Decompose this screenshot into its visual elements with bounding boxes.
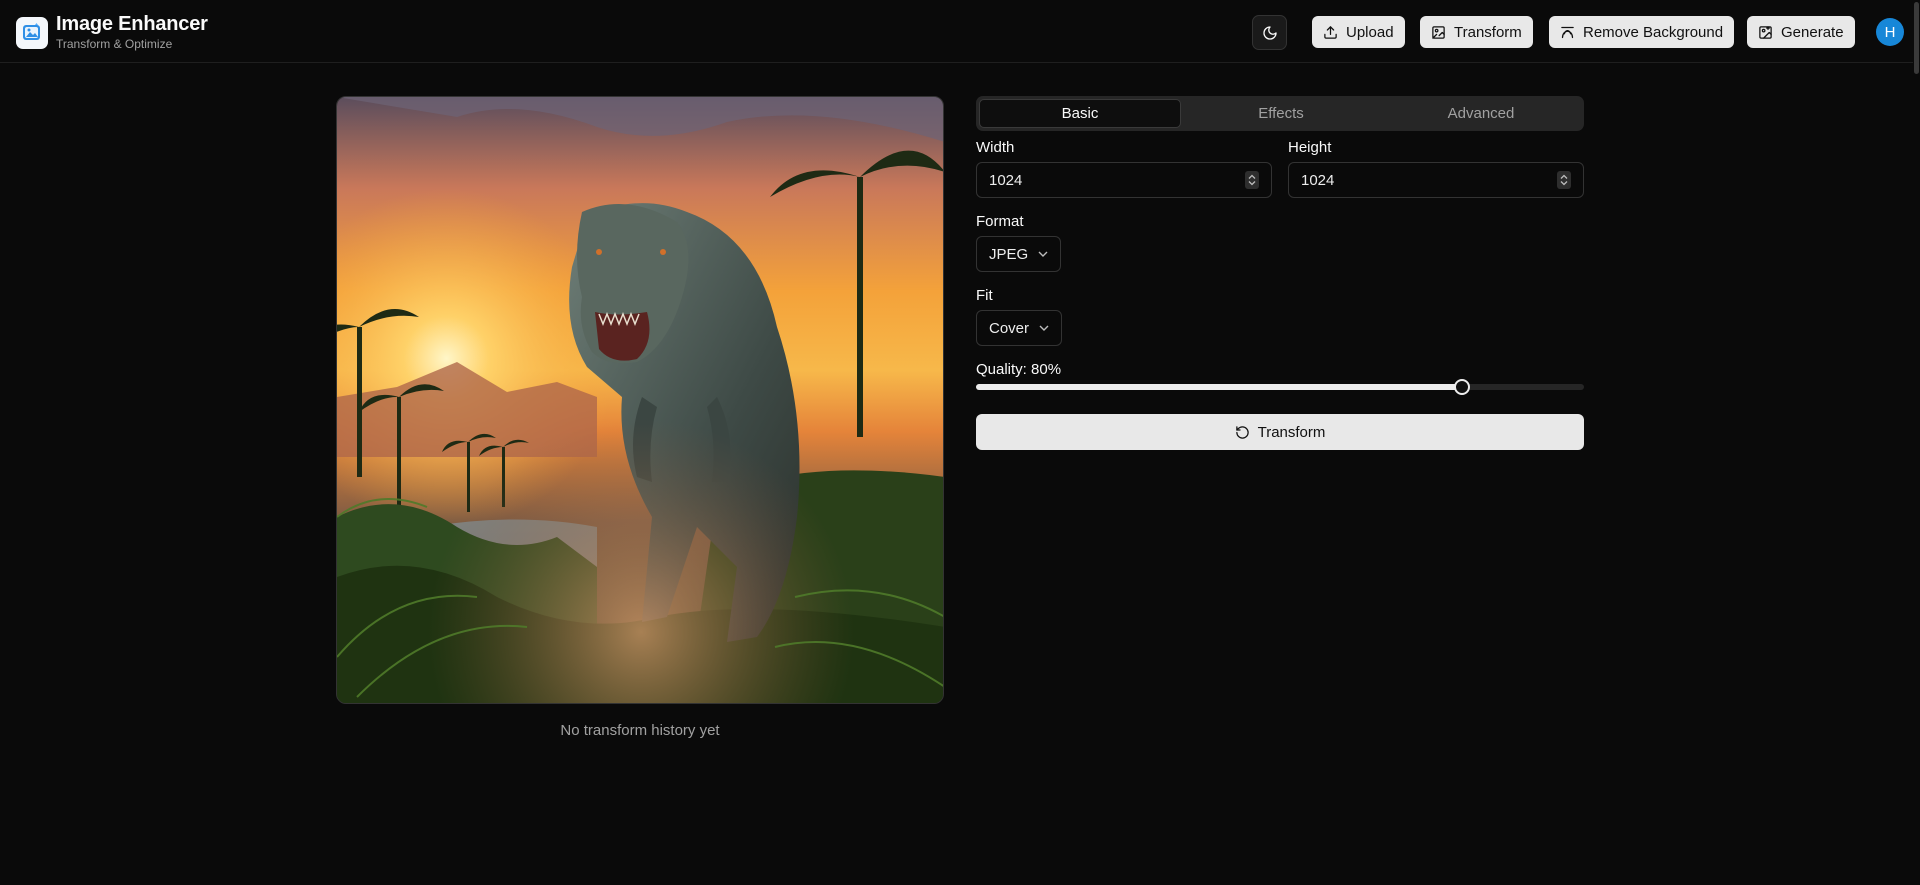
height-input[interactable]: 1024 [1288, 162, 1584, 198]
chevron-down-icon [1039, 325, 1049, 331]
tab-basic[interactable]: Basic [979, 99, 1181, 128]
image-transform-icon [1432, 25, 1445, 39]
height-label: Height [1288, 139, 1332, 156]
upload-button-label: Upload [1346, 23, 1394, 41]
chevron-down-icon [1038, 251, 1048, 257]
settings-tabs: Basic Effects Advanced [976, 96, 1584, 131]
height-value: 1024 [1301, 171, 1335, 189]
quality-label: Quality: 80% [976, 361, 1062, 378]
page-scrollbar[interactable] [1913, 0, 1920, 885]
avatar[interactable]: H [1876, 18, 1904, 46]
dinosaur-image [337, 97, 943, 703]
quality-slider-thumb[interactable] [1454, 379, 1471, 395]
generate-button-label: Generate [1781, 23, 1844, 41]
chevron-up-down-icon [1248, 174, 1256, 186]
app-header: Image Enhancer Transform & Optimize Uplo… [0, 0, 1920, 63]
remove-background-button[interactable]: Remove Background [1549, 16, 1735, 48]
width-stepper[interactable] [1245, 171, 1259, 189]
width-label: Width [976, 139, 1015, 156]
transform-button-label: Transform [1257, 423, 1326, 441]
width-input[interactable]: 1024 [976, 162, 1272, 198]
image-preview [336, 96, 944, 704]
transform-button[interactable]: Transform [976, 414, 1584, 450]
upload-icon [1324, 25, 1337, 39]
upload-button[interactable]: Upload [1312, 16, 1405, 48]
transform-history-empty: No transform history yet [560, 722, 720, 739]
format-label: Format [976, 213, 1024, 230]
remove-background-label: Remove Background [1583, 23, 1724, 41]
format-value: JPEG [989, 245, 1029, 263]
moon-icon [1262, 25, 1277, 40]
transform-nav-button[interactable]: Transform [1420, 16, 1533, 48]
app-subtitle: Transform & Optimize [56, 37, 173, 51]
tab-effects[interactable]: Effects [1181, 99, 1381, 128]
fit-value: Cover [989, 319, 1030, 337]
width-value: 1024 [989, 171, 1023, 189]
quality-slider-fill [976, 384, 1463, 390]
tab-advanced[interactable]: Advanced [1381, 99, 1581, 128]
app-title: Image Enhancer [56, 13, 208, 35]
app-logo-icon [16, 16, 48, 49]
transform-nav-label: Transform [1454, 23, 1522, 41]
fit-select[interactable]: Cover [976, 310, 1063, 346]
height-stepper[interactable] [1557, 171, 1571, 189]
image-generate-icon [1759, 25, 1772, 39]
format-select[interactable]: JPEG [976, 236, 1062, 272]
fit-label: Fit [976, 287, 993, 304]
generate-button[interactable]: Generate [1747, 16, 1855, 48]
brand[interactable]: Image Enhancer Transform & Optimize [16, 14, 208, 51]
remove-bg-icon [1561, 26, 1574, 38]
chevron-up-down-icon [1560, 174, 1568, 186]
theme-toggle-button[interactable] [1252, 15, 1287, 50]
quality-slider-track[interactable] [976, 384, 1584, 390]
page-scrollbar-thumb[interactable] [1914, 2, 1919, 74]
rotate-ccw-icon [1235, 425, 1249, 439]
